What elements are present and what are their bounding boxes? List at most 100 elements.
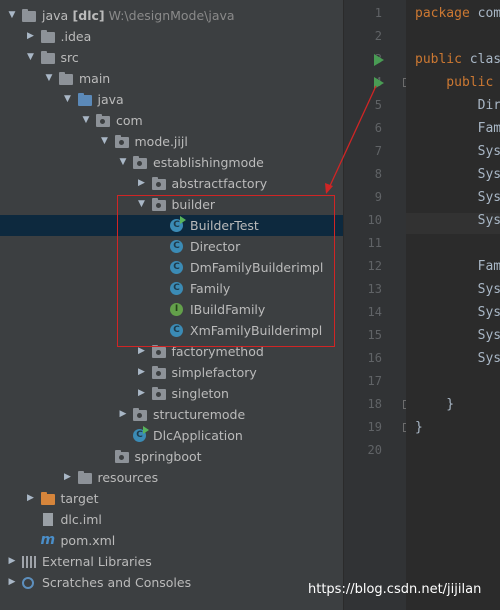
tree-item-name: .idea: [60, 29, 92, 44]
expand-arrow-icon[interactable]: ▶: [25, 488, 37, 509]
package-dot: [155, 392, 161, 397]
run-gutter-icon[interactable]: [374, 54, 384, 66]
code-line: public clas: [415, 52, 500, 67]
collapse-arrow-icon[interactable]: ▼: [6, 5, 18, 26]
line-number: 18: [367, 397, 382, 411]
folder-icon: [22, 9, 36, 22]
expand-arrow-icon[interactable]: ▶: [117, 404, 129, 425]
tree-row-springboot-package[interactable]: springboot: [0, 446, 343, 467]
code-line: Sys: [415, 328, 500, 343]
line-number: 6: [374, 121, 382, 135]
package-dot: [155, 350, 161, 355]
code-text: Fam: [415, 259, 500, 274]
package-icon: [114, 450, 129, 463]
file-iml-icon: [42, 513, 53, 526]
expand-arrow-icon[interactable]: ▶: [136, 383, 148, 404]
tree-row-pom-xml-file[interactable]: m pom.xml: [0, 530, 343, 551]
line-number: 19: [367, 420, 382, 434]
expand-arrow-icon[interactable]: ▶: [25, 26, 37, 47]
tree-row-resources-folder[interactable]: ▶ resources: [0, 467, 343, 488]
tree-item-label: establishingmode: [153, 152, 264, 173]
code-editor[interactable]: package com public clas public Dir Fam Sy…: [406, 0, 500, 610]
package-dot: [137, 413, 142, 418]
collapse-arrow-icon[interactable]: ▼: [62, 89, 74, 110]
tree-row-com-package[interactable]: ▼ com: [0, 110, 343, 131]
module-badge: [dlc]: [68, 8, 105, 23]
code-text: Sys: [415, 190, 500, 205]
code-line: Sys: [415, 144, 500, 159]
tree-item-name: singleton: [171, 386, 229, 401]
package-dot: [100, 119, 105, 124]
code-line: public: [415, 75, 493, 90]
tree-row-simplefactory-package[interactable]: ▶ simplefactory: [0, 362, 343, 383]
tree-row-project-root[interactable]: ▼ java [dlc] W:\designMode\java: [0, 5, 343, 26]
expand-arrow-icon[interactable]: ▶: [6, 572, 18, 593]
tree-item-label: main: [79, 68, 110, 89]
package-icon: [114, 135, 129, 148]
collapse-arrow-icon[interactable]: ▼: [117, 152, 129, 173]
tree-row-target-folder[interactable]: ▶ target: [0, 488, 343, 509]
code-line: Sys: [415, 213, 500, 228]
expand-arrow-icon[interactable]: ▶: [136, 362, 148, 383]
tree-row-singleton-package[interactable]: ▶ singleton: [0, 383, 343, 404]
tree-item-name: resources: [97, 470, 159, 485]
folder-orange-icon: [40, 492, 55, 505]
tree-item-name: dlc.iml: [60, 512, 102, 527]
tree-row-idea-folder[interactable]: ▶ .idea: [0, 26, 343, 47]
expand-arrow-icon[interactable]: ▶: [136, 173, 148, 194]
folder-icon: [40, 30, 55, 43]
tree-item-label: resources: [98, 467, 159, 488]
runnable-marker-icon: [143, 426, 149, 434]
code-text: Sys: [415, 328, 500, 343]
folder-icon: [77, 471, 92, 484]
code-line: }: [415, 397, 454, 412]
tree-row-modejijl-package[interactable]: ▼ mode.jijl: [0, 131, 343, 152]
tree-item-label: java [dlc] W:\designMode\java: [42, 5, 235, 26]
tree-row-abstractfactory-package[interactable]: ▶ abstractfactory: [0, 173, 343, 194]
expand-arrow-icon[interactable]: ▶: [62, 467, 74, 488]
expand-arrow-icon[interactable]: ▶: [6, 551, 18, 572]
line-number: 2: [374, 29, 382, 43]
tree-row-scratches-and-consoles[interactable]: ▶ Scratches and Consoles: [0, 572, 343, 593]
tree-item-label: .idea: [61, 26, 92, 47]
tree-item-label: pom.xml: [61, 530, 116, 551]
tree-item-label: dlc.iml: [61, 509, 102, 530]
tree-row-external-libraries[interactable]: ▶ External Libraries: [0, 551, 343, 572]
tree-row-java-folder[interactable]: ▼ java: [0, 89, 343, 110]
tree-row-main-folder[interactable]: ▼ main: [0, 68, 343, 89]
tree-row-dlcapplication-class[interactable]: C DlcApplication: [0, 425, 343, 446]
collapse-arrow-icon[interactable]: ▼: [43, 68, 55, 89]
tree-row-establishingmode-package[interactable]: ▼ establishingmode: [0, 152, 343, 173]
tree-item-label: src: [61, 47, 79, 68]
maven-m-icon: m: [40, 532, 56, 548]
tree-row-structuremode-package[interactable]: ▶ structuremode: [0, 404, 343, 425]
package-dot: [118, 140, 124, 145]
editor-gutter: 1 2 3 4 5 6 7 8 9 10 11 12 13 14 15 16 17 18 19 20: [344, 0, 412, 610]
package-dot: [118, 455, 124, 460]
tree-row-src-folder[interactable]: ▼ src: [0, 47, 343, 68]
run-gutter-icon[interactable]: [374, 77, 384, 89]
package-dot: [137, 161, 142, 166]
tree-row-dlc-iml-file[interactable]: dlc.iml: [0, 509, 343, 530]
tree-item-name: pom.xml: [60, 533, 116, 548]
collapse-arrow-icon[interactable]: ▼: [25, 47, 37, 68]
scratches-icon: [22, 577, 34, 589]
line-number: 13: [367, 282, 382, 296]
code-keyword: package: [415, 6, 470, 21]
code-line: Sys: [415, 305, 500, 320]
code-text: Sys: [415, 213, 500, 228]
class-run-icon: C: [133, 426, 149, 442]
tree-item-label: mode.jijl: [135, 131, 188, 152]
code-text: Sys: [415, 167, 500, 182]
tree-item-label: structuremode: [153, 404, 245, 425]
code-keyword: public: [415, 75, 494, 90]
package-icon: [151, 177, 166, 190]
line-number: 5: [374, 98, 382, 112]
tree-item-name: src: [60, 50, 79, 65]
tree-item-name: DlcApplication: [153, 428, 243, 443]
collapse-arrow-icon[interactable]: ▼: [80, 110, 92, 131]
tree-item-name: java: [97, 92, 124, 107]
collapse-arrow-icon[interactable]: ▼: [99, 131, 111, 152]
code-text: Sys: [415, 351, 500, 366]
code-line: Sys: [415, 167, 500, 182]
